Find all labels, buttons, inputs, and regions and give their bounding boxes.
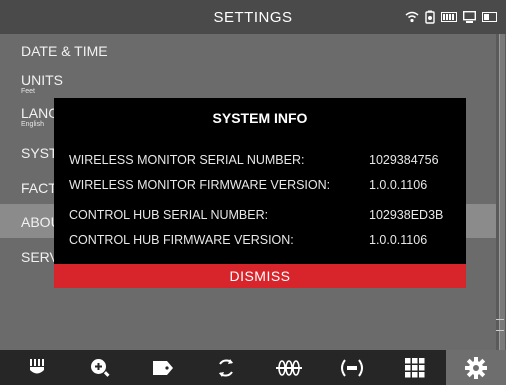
settings-button[interactable] xyxy=(446,350,506,385)
claw-button[interactable] xyxy=(6,350,68,385)
wifi-icon xyxy=(405,11,419,23)
info-value: 102938ED3B xyxy=(369,208,444,222)
menu-item-label: DATE & TIME xyxy=(21,43,108,59)
info-key: WIRELESS MONITOR SERIAL NUMBER: xyxy=(69,153,305,167)
broadcast-icon xyxy=(341,358,363,377)
menu-item-label: UNITS xyxy=(21,72,63,88)
grid-button[interactable] xyxy=(384,350,446,385)
rotate-button[interactable] xyxy=(195,350,257,385)
settings-screen: SETTINGS DATE & TIME UNITS Feet English … xyxy=(0,0,506,385)
info-key: WIRELESS MONITOR FIRMWARE VERSION: xyxy=(69,178,331,192)
header-bar: SETTINGS xyxy=(0,0,506,34)
bottom-toolbar xyxy=(0,350,506,385)
broadcast-button[interactable] xyxy=(321,350,383,385)
gear-icon xyxy=(465,356,487,379)
track-button[interactable] xyxy=(258,350,320,385)
info-value: 1.0.0.1106 xyxy=(369,178,428,192)
info-value: 1.0.0.1106 xyxy=(369,233,428,247)
menu-item-units[interactable]: UNITS Feet xyxy=(0,66,496,100)
status-icons xyxy=(405,9,498,25)
info-value: 1029384756 xyxy=(369,153,439,167)
menu-item-sublabel: Feet xyxy=(21,88,36,95)
info-key: CONTROL HUB SERIAL NUMBER: xyxy=(69,208,269,222)
zoom-in-button[interactable] xyxy=(69,350,131,385)
zoom-in-icon xyxy=(91,358,110,377)
dialog-title: SYSTEM INFO xyxy=(212,110,308,126)
grid-icon xyxy=(405,357,425,377)
screen-icon xyxy=(463,10,476,24)
dismiss-button[interactable]: DISMISS xyxy=(54,264,466,288)
monitor-icon xyxy=(441,12,457,22)
tag-button[interactable] xyxy=(132,350,194,385)
track-icon xyxy=(276,359,302,376)
claw-icon xyxy=(30,358,44,373)
tag-icon xyxy=(153,360,173,375)
menu-scrollbar[interactable] xyxy=(496,34,506,350)
menu-item-date-time[interactable]: DATE & TIME xyxy=(0,34,496,66)
system-info-dialog: SYSTEM INFO WIRELESS MONITOR SERIAL NUMB… xyxy=(54,98,466,288)
rotate-icon xyxy=(219,358,233,377)
scroll-grip-icon[interactable] xyxy=(496,319,504,331)
menu-item-sublabel: English xyxy=(21,121,44,128)
battery-icon xyxy=(425,10,435,24)
scrollbar-thumb[interactable] xyxy=(499,34,505,350)
device-icon xyxy=(482,12,498,22)
info-key: CONTROL HUB FIRMWARE VERSION: xyxy=(69,233,294,247)
